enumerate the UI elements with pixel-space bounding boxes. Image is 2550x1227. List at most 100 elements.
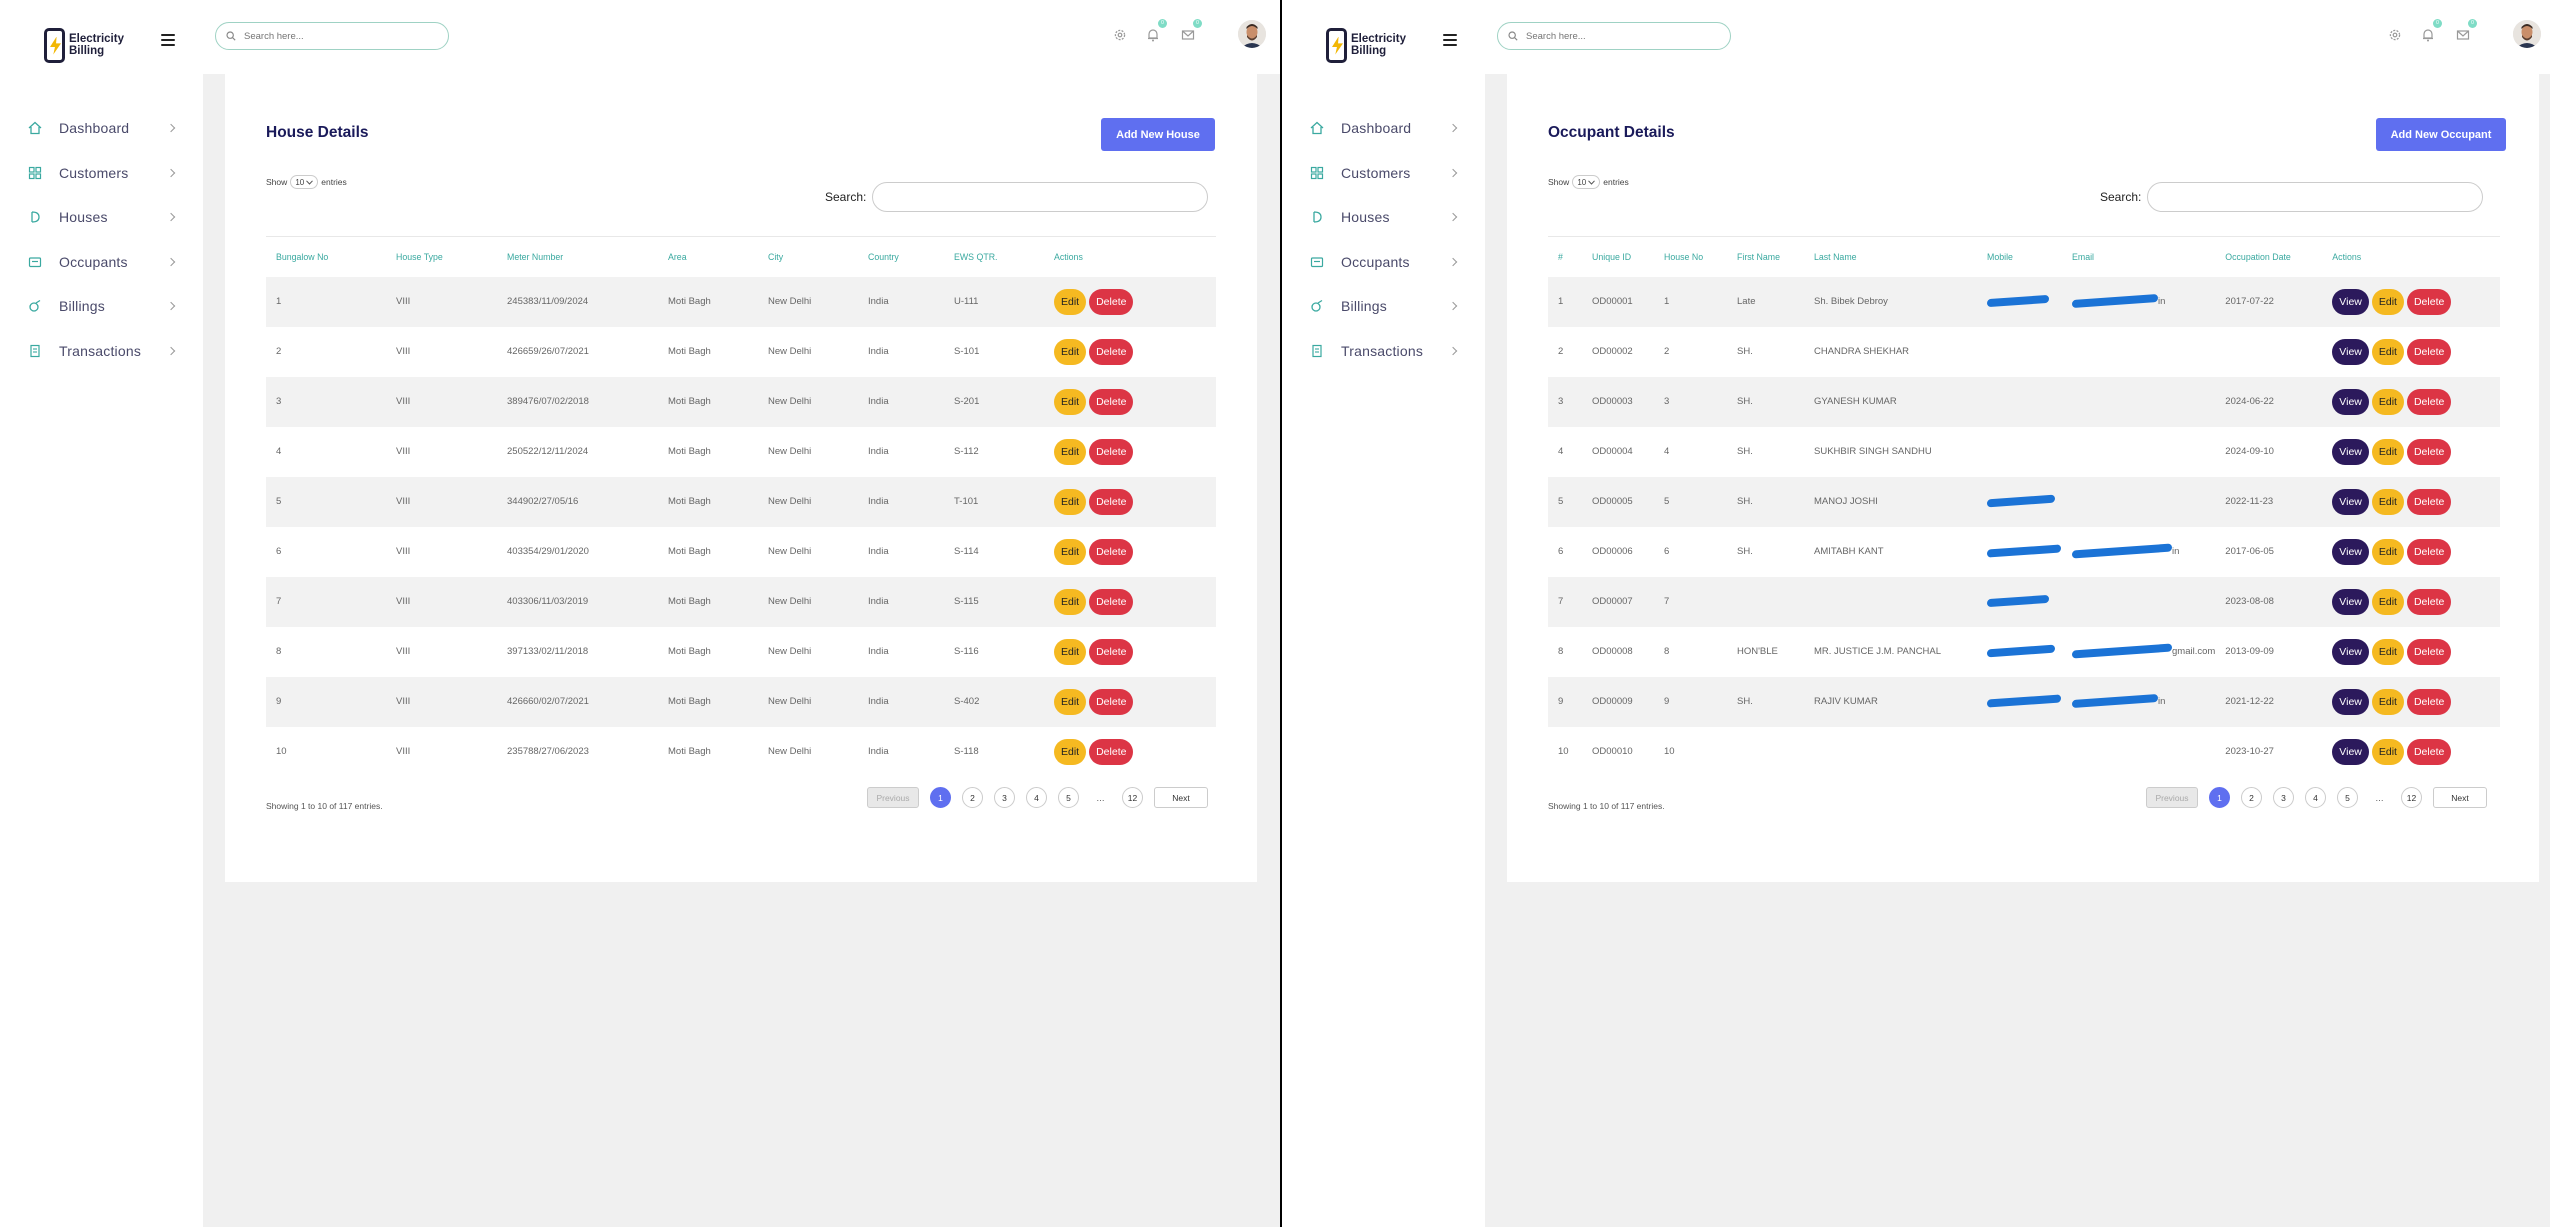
notifications-button[interactable]: 0 bbox=[2421, 19, 2442, 42]
sidebar-item-transactions[interactable]: Transactions bbox=[1282, 329, 1485, 374]
table-search-input[interactable] bbox=[2147, 182, 2484, 212]
edit-button[interactable]: Edit bbox=[1054, 488, 1087, 515]
edit-button[interactable]: Edit bbox=[2371, 288, 2404, 315]
brand-logo[interactable]: Electricity Billing bbox=[44, 27, 124, 63]
sidebar-item-customers[interactable]: Customers bbox=[1282, 151, 1485, 196]
user-avatar[interactable] bbox=[1238, 20, 1266, 48]
delete-button[interactable]: Delete bbox=[2406, 288, 2452, 315]
page-5-button[interactable]: 5 bbox=[2337, 787, 2358, 808]
view-button[interactable]: View bbox=[2332, 738, 2369, 765]
edit-button[interactable]: Edit bbox=[2371, 538, 2404, 565]
edit-button[interactable]: Edit bbox=[2371, 638, 2404, 665]
edit-button[interactable]: Edit bbox=[2371, 488, 2404, 515]
delete-button[interactable]: Delete bbox=[1089, 638, 1134, 665]
delete-button[interactable]: Delete bbox=[2406, 588, 2452, 615]
user-avatar[interactable] bbox=[2513, 20, 2541, 48]
edit-button[interactable]: Edit bbox=[1054, 588, 1087, 615]
view-button[interactable]: View bbox=[2332, 438, 2369, 465]
table-search-input[interactable] bbox=[872, 182, 1209, 212]
edit-button[interactable]: Edit bbox=[1054, 638, 1087, 665]
edit-button[interactable]: Edit bbox=[1054, 338, 1087, 365]
view-button[interactable]: View bbox=[2332, 488, 2369, 515]
edit-button[interactable]: Edit bbox=[2371, 688, 2404, 715]
delete-button[interactable]: Delete bbox=[2406, 688, 2452, 715]
gear-icon[interactable] bbox=[1113, 28, 1127, 42]
page-3-button[interactable]: 3 bbox=[994, 787, 1015, 808]
messages-button[interactable]: 0 bbox=[1181, 19, 1202, 42]
delete-button[interactable]: Delete bbox=[2406, 438, 2452, 465]
view-button[interactable]: View bbox=[2332, 638, 2369, 665]
last-page-button[interactable]: 12 bbox=[1122, 787, 1143, 808]
sidebar-item-billings[interactable]: Billings bbox=[1282, 284, 1485, 329]
messages-button[interactable]: 0 bbox=[2456, 19, 2477, 42]
previous-page-button[interactable]: Previous bbox=[867, 787, 919, 808]
edit-button[interactable]: Edit bbox=[2371, 438, 2404, 465]
delete-button[interactable]: Delete bbox=[1089, 588, 1134, 615]
delete-button[interactable]: Delete bbox=[1089, 438, 1134, 465]
page-4-button[interactable]: 4 bbox=[2305, 787, 2326, 808]
page-4-button[interactable]: 4 bbox=[1026, 787, 1047, 808]
edit-button[interactable]: Edit bbox=[1054, 438, 1087, 465]
delete-button[interactable]: Delete bbox=[1089, 388, 1134, 415]
delete-button[interactable]: Delete bbox=[2406, 338, 2452, 365]
edit-button[interactable]: Edit bbox=[1054, 288, 1087, 315]
delete-button[interactable]: Delete bbox=[1089, 688, 1134, 715]
delete-button[interactable]: Delete bbox=[2406, 738, 2452, 765]
page-2-button[interactable]: 2 bbox=[2241, 787, 2262, 808]
page-2-button[interactable]: 2 bbox=[962, 787, 983, 808]
global-search-input[interactable] bbox=[1526, 30, 1716, 42]
notifications-button[interactable]: 0 bbox=[1146, 19, 1167, 42]
page-1-button[interactable]: 1 bbox=[930, 787, 951, 808]
global-search[interactable] bbox=[1497, 22, 1731, 50]
global-search[interactable] bbox=[215, 22, 449, 50]
delete-button[interactable]: Delete bbox=[2406, 538, 2452, 565]
sidebar-item-transactions[interactable]: Transactions bbox=[0, 329, 203, 374]
sidebar-item-customers[interactable]: Customers bbox=[0, 151, 203, 196]
delete-button[interactable]: Delete bbox=[2406, 388, 2452, 415]
view-button[interactable]: View bbox=[2332, 688, 2369, 715]
sidebar-item-dashboard[interactable]: Dashboard bbox=[0, 106, 203, 151]
global-search-input[interactable] bbox=[244, 30, 434, 42]
edit-button[interactable]: Edit bbox=[1054, 738, 1087, 765]
edit-button[interactable]: Edit bbox=[2371, 738, 2404, 765]
view-button[interactable]: View bbox=[2332, 388, 2369, 415]
edit-button[interactable]: Edit bbox=[2371, 588, 2404, 615]
view-button[interactable]: View bbox=[2332, 538, 2369, 565]
delete-button[interactable]: Delete bbox=[1089, 738, 1134, 765]
view-button[interactable]: View bbox=[2332, 588, 2369, 615]
edit-button[interactable]: Edit bbox=[2371, 388, 2404, 415]
last-page-button[interactable]: 12 bbox=[2401, 787, 2422, 808]
edit-button[interactable]: Edit bbox=[1054, 688, 1087, 715]
menu-toggle-icon[interactable] bbox=[161, 34, 175, 46]
edit-button[interactable]: Edit bbox=[2371, 338, 2404, 365]
page-size-select[interactable]: 10 bbox=[290, 175, 319, 189]
view-button[interactable]: View bbox=[2332, 338, 2369, 365]
sidebar-item-houses[interactable]: Houses bbox=[0, 195, 203, 240]
delete-button[interactable]: Delete bbox=[1089, 538, 1134, 565]
sidebar-item-houses[interactable]: Houses bbox=[1282, 195, 1485, 240]
view-button[interactable]: View bbox=[2332, 288, 2369, 315]
edit-button[interactable]: Edit bbox=[1054, 388, 1087, 415]
delete-button[interactable]: Delete bbox=[2406, 488, 2452, 515]
menu-toggle-icon[interactable] bbox=[1443, 34, 1457, 46]
delete-button[interactable]: Delete bbox=[1089, 488, 1134, 515]
delete-button[interactable]: Delete bbox=[2406, 638, 2452, 665]
page-3-button[interactable]: 3 bbox=[2273, 787, 2294, 808]
sidebar-item-occupants[interactable]: Occupants bbox=[1282, 240, 1485, 285]
sidebar-item-occupants[interactable]: Occupants bbox=[0, 240, 203, 285]
delete-button[interactable]: Delete bbox=[1089, 288, 1134, 315]
previous-page-button[interactable]: Previous bbox=[2146, 787, 2198, 808]
next-page-button[interactable]: Next bbox=[1154, 787, 1208, 808]
edit-button[interactable]: Edit bbox=[1054, 538, 1087, 565]
sidebar-item-dashboard[interactable]: Dashboard bbox=[1282, 106, 1485, 151]
add-new-button[interactable]: Add New House bbox=[1101, 118, 1215, 151]
add-new-button[interactable]: Add New Occupant bbox=[2376, 118, 2506, 151]
page-size-select[interactable]: 10 bbox=[1572, 175, 1601, 189]
sidebar-item-billings[interactable]: Billings bbox=[0, 284, 203, 329]
next-page-button[interactable]: Next bbox=[2433, 787, 2487, 808]
page-1-button[interactable]: 1 bbox=[2209, 787, 2230, 808]
delete-button[interactable]: Delete bbox=[1089, 338, 1134, 365]
page-5-button[interactable]: 5 bbox=[1058, 787, 1079, 808]
gear-icon[interactable] bbox=[2388, 28, 2402, 42]
brand-logo[interactable]: Electricity Billing bbox=[1326, 27, 1406, 63]
